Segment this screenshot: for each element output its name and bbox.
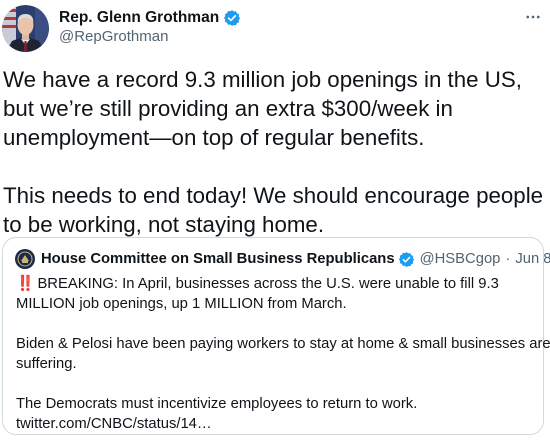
- portrait-avatar-icon: [2, 5, 49, 52]
- more-options-button[interactable]: [522, 6, 544, 28]
- committee-seal-icon: [15, 249, 35, 269]
- more-options-icon: [526, 15, 540, 19]
- quoted-line-text: BREAKING: In April, businesses across th…: [37, 276, 499, 292]
- quoted-tweet-text: ‼️ BREAKING: In April, businesses across …: [16, 274, 550, 434]
- verified-badge-icon: [223, 9, 241, 27]
- quoted-tweet-header: House Committee on Small Business Republ…: [15, 249, 550, 269]
- tweet-line: This needs to end today! We should encou…: [3, 183, 544, 208]
- author-avatar[interactable]: [2, 5, 49, 52]
- quoted-line: Biden & Pelosi have been paying workers …: [16, 336, 550, 352]
- tweet-line: unemployment—on top of regular benefits.: [3, 125, 425, 150]
- author-name-row: Rep. Glenn Grothman: [59, 8, 241, 28]
- tweet-line: but we’re still providing an extra $300/…: [3, 96, 453, 121]
- quoted-line: ‼️ BREAKING: In April, businesses across …: [16, 274, 536, 294]
- double-exclamation-icon: ‼️: [16, 276, 34, 292]
- author-handle[interactable]: @RepGrothman: [59, 28, 168, 45]
- quoted-avatar: [15, 249, 35, 269]
- quoted-date: Jun 8: [515, 251, 550, 267]
- quoted-line: The Democrats must incentivize employees…: [16, 396, 418, 412]
- tweet-line: We have a record 9.3 million job opening…: [3, 67, 522, 92]
- tweet-line: to be working, not staying home.: [3, 212, 325, 237]
- quoted-line: MILLION job openings, up 1 MILLION from …: [16, 296, 347, 312]
- tweet: Rep. Glenn Grothman @RepGrothman We have…: [0, 0, 550, 444]
- quoted-link[interactable]: twitter.com/CNBC/status/14…: [16, 414, 536, 434]
- verified-badge-icon: [398, 251, 415, 268]
- tweet-text: We have a record 9.3 million job opening…: [3, 65, 548, 239]
- quoted-handle: @HSBCgop: [419, 251, 501, 267]
- author-display-name[interactable]: Rep. Glenn Grothman: [59, 9, 219, 27]
- quoted-line: suffering.: [16, 356, 77, 372]
- separator-dot: ·: [505, 251, 511, 267]
- quoted-display-name: House Committee on Small Business Republ…: [41, 251, 395, 267]
- quoted-tweet-card[interactable]: House Committee on Small Business Republ…: [2, 237, 550, 435]
